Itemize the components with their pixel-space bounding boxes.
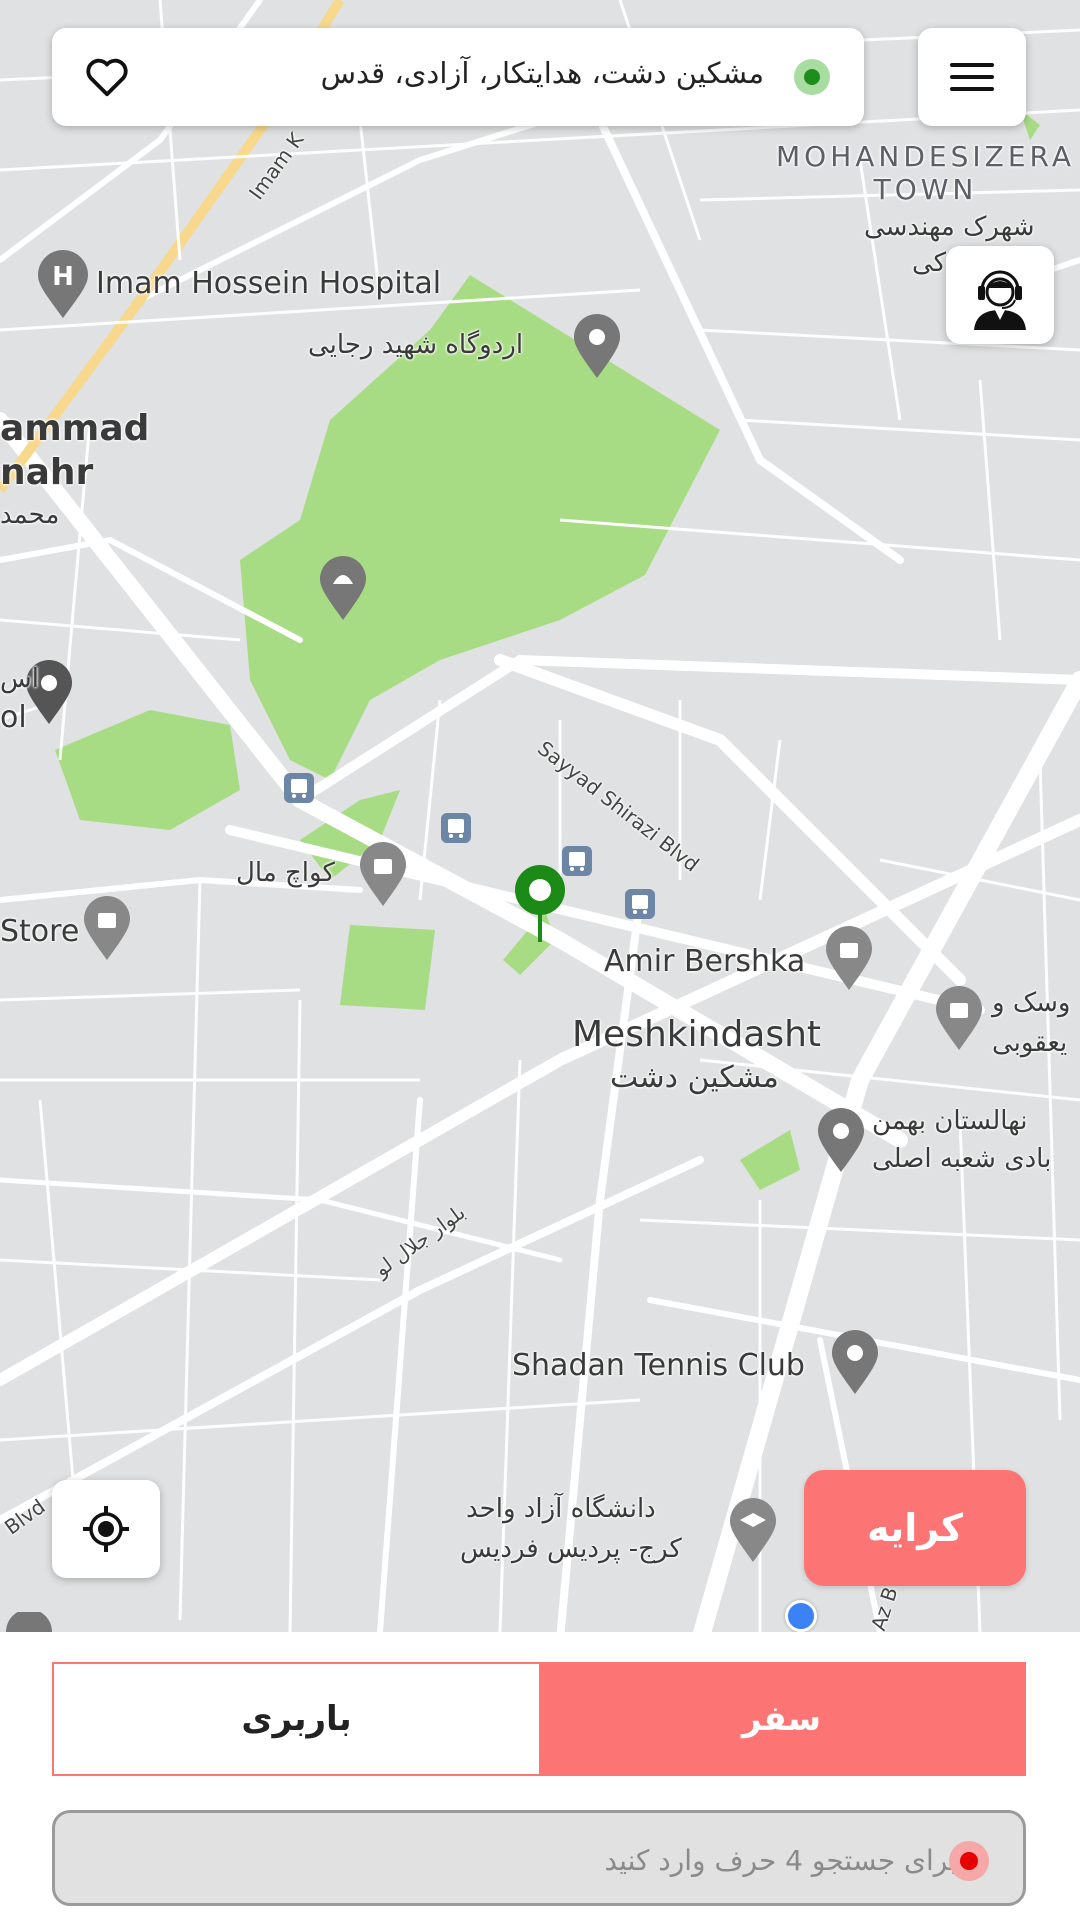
- yosk-label-line2: یعقوبی: [992, 1028, 1068, 1058]
- district-label-line2: TOWN: [873, 173, 978, 206]
- hospital-label: Imam Hossein Hospital: [96, 266, 442, 301]
- shopping-icon-bershka[interactable]: [824, 926, 874, 992]
- camp-label: اردوگاه شهید رجایی: [308, 330, 524, 360]
- user-location-dot: [785, 1600, 817, 1632]
- bahman-label-line1: نهالستان بهمن: [872, 1106, 1028, 1136]
- menu-button[interactable]: [918, 28, 1026, 126]
- university-icon[interactable]: [728, 1498, 778, 1564]
- shopping-icon[interactable]: [358, 842, 408, 908]
- mall-label: کواچ مال: [236, 858, 335, 888]
- district-label-line1: MOHANDESIZERA: [776, 140, 1075, 173]
- tab-cargo[interactable]: باربری: [54, 1664, 539, 1774]
- current-address: مشکین دشت، هدایتکار، آزادی، قدس: [320, 56, 764, 90]
- bershka-label: Amir Bershka: [604, 944, 806, 979]
- fare-button[interactable]: کرایه: [804, 1470, 1026, 1586]
- park-icon[interactable]: [318, 556, 368, 622]
- selected-location-pin-icon[interactable]: [510, 862, 570, 944]
- hamburger-menu-icon: [950, 63, 994, 91]
- bahman-label-line2: بادی شعبه اصلی: [872, 1144, 1052, 1174]
- heart-outline-icon[interactable]: [84, 54, 130, 100]
- place-pin-icon-shadan[interactable]: [830, 1330, 880, 1396]
- city-label: Meshkindasht: [572, 1014, 822, 1055]
- place-pin-icon-bahman[interactable]: [816, 1108, 866, 1174]
- svg-text:H: H: [52, 262, 74, 292]
- bus-stop-icon[interactable]: [624, 888, 656, 920]
- address-bar[interactable]: مشکین دشت، هدایتکار، آزادی، قدس: [52, 28, 864, 126]
- destination-search-field[interactable]: [52, 1810, 1026, 1906]
- yosk-label-line1: وسک و: [992, 988, 1071, 1018]
- destination-status-dot: [949, 1841, 989, 1881]
- shopping-icon-yosk[interactable]: [934, 986, 984, 1052]
- place-pin-icon[interactable]: [572, 314, 622, 380]
- mohammad-label-line1: ammad: [0, 408, 150, 449]
- tennis-club-label: Shadan Tennis Club: [512, 1348, 805, 1383]
- bus-stop-icon[interactable]: [440, 812, 472, 844]
- map-canvas: [0, 0, 1080, 1632]
- origin-status-dot: [794, 59, 830, 95]
- service-type-tabs: باربری سفر: [52, 1662, 1026, 1776]
- my-location-button[interactable]: [52, 1480, 160, 1578]
- hospital-icon[interactable]: H: [36, 250, 90, 320]
- bus-stop-icon[interactable]: [283, 772, 315, 804]
- university-label-line1: دانشگاه آزاد واحد: [466, 1494, 656, 1524]
- mohammad-fa-label: محمد: [0, 500, 60, 530]
- support-agent-icon: [974, 270, 1026, 330]
- left-en-label: ol: [0, 700, 27, 735]
- support-button[interactable]: [946, 246, 1054, 344]
- district-fa-partial: کی: [912, 248, 947, 278]
- place-pin-icon-partial: [6, 1612, 52, 1632]
- left-fa-label: اس: [0, 664, 39, 694]
- mohammad-label-line2: nahr: [0, 452, 94, 493]
- my-location-icon: [83, 1506, 129, 1552]
- tab-trip[interactable]: سفر: [539, 1664, 1024, 1774]
- map-view[interactable]: MOHANDESIZERA TOWN شهرک مهندسی کی H Imam…: [0, 0, 1080, 1632]
- university-label-line2: کرج- پردیس فردیس: [460, 1534, 682, 1564]
- shopping-icon-store[interactable]: [82, 896, 132, 962]
- district-label: MOHANDESIZERA TOWN: [776, 140, 1075, 206]
- city-fa-label: مشکین دشت: [610, 1060, 779, 1095]
- district-fa-label: شهرک مهندسی: [864, 212, 1035, 242]
- destination-search-input[interactable]: [75, 1831, 959, 1889]
- store-label: Store: [0, 914, 80, 949]
